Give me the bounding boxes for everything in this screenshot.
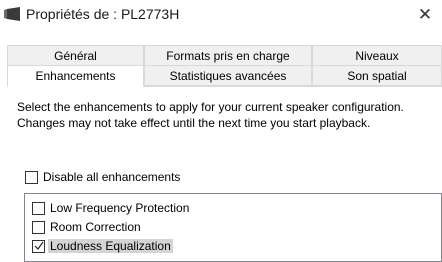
tab-spatial-sound[interactable]: Son spatial: [312, 65, 442, 86]
window-title: Propriétés de : PL2773H: [26, 6, 180, 22]
list-item-room-correction[interactable]: Room Correction: [25, 218, 441, 237]
room-correction-checkbox[interactable]: [32, 221, 45, 234]
loudness-equalization-checkbox[interactable]: [32, 240, 45, 253]
list-item-low-frequency-protection[interactable]: Low Frequency Protection: [25, 199, 441, 218]
tab-label: Statistiques avancées: [169, 68, 287, 83]
tab-label: Niveaux: [355, 49, 399, 63]
tab-supported-formats[interactable]: Formats pris en charge: [144, 45, 312, 66]
list-item-label: Loudness Equalization: [48, 239, 173, 253]
list-item-label: Room Correction: [50, 220, 141, 234]
enhancements-description: Select the enhancements to apply for you…: [17, 100, 404, 130]
tab-general[interactable]: Général: [7, 45, 144, 66]
disable-all-checkbox[interactable]: [25, 171, 38, 184]
tab-enhancements[interactable]: Enhancements: [7, 65, 144, 87]
tab-label: Général: [54, 49, 97, 63]
tab-advanced-statistics[interactable]: Statistiques avancées: [144, 65, 312, 86]
list-item-label: Low Frequency Protection: [50, 201, 190, 215]
tab-levels[interactable]: Niveaux: [312, 45, 442, 66]
tab-label: Son spatial: [347, 68, 407, 83]
list-item-loudness-equalization[interactable]: Loudness Equalization: [25, 237, 441, 256]
speaker-icon: [4, 7, 20, 21]
title-bar[interactable]: Propriétés de : PL2773H ✕: [0, 0, 442, 30]
tab-label: Enhancements: [35, 69, 116, 83]
disable-all-label[interactable]: Disable all enhancements: [43, 170, 180, 184]
properties-dialog: Propriétés de : PL2773H ✕ Général Format…: [0, 0, 442, 262]
close-icon: ✕: [417, 5, 433, 24]
close-button[interactable]: ✕: [408, 0, 442, 30]
checkmark-icon: [34, 241, 44, 250]
tab-label: Formats pris en charge: [166, 49, 290, 63]
low-frequency-protection-checkbox[interactable]: [32, 202, 45, 215]
enhancements-list[interactable]: Low Frequency Protection Room Correction…: [24, 193, 442, 262]
